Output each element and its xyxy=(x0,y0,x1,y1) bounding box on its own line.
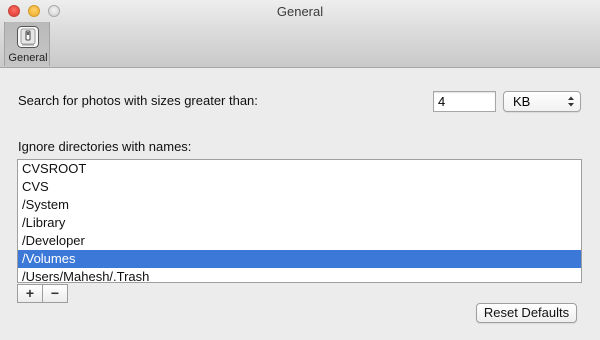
size-unit-value: KB xyxy=(513,94,531,109)
list-item[interactable]: CVS xyxy=(18,178,581,196)
toolbar-item-general-label: General xyxy=(8,52,48,64)
remove-directory-button[interactable]: − xyxy=(42,284,68,303)
general-preferences-icon xyxy=(16,25,40,49)
updown-chevron-icon xyxy=(566,93,576,110)
size-threshold-label: Search for photos with sizes greater tha… xyxy=(18,93,258,108)
list-item[interactable]: /System xyxy=(18,196,581,214)
size-threshold-input[interactable]: 4 xyxy=(433,91,496,112)
list-item[interactable]: /Library xyxy=(18,214,581,232)
preferences-window: General General Search for photos with s… xyxy=(0,0,600,340)
toolbar-item-general[interactable]: General xyxy=(4,22,50,66)
list-item[interactable]: CVSROOT xyxy=(18,160,581,178)
list-item[interactable]: /Developer xyxy=(18,232,581,250)
ignored-directories-list[interactable]: CVSROOT CVS /System /Library /Developer … xyxy=(17,159,582,283)
list-item[interactable]: /Users/Mahesh/.Trash xyxy=(18,268,581,282)
list-item-selected[interactable]: /Volumes xyxy=(18,250,581,268)
titlebar: General General xyxy=(0,0,600,68)
window-title: General xyxy=(276,4,324,19)
reset-defaults-button[interactable]: Reset Defaults xyxy=(476,303,577,323)
add-directory-button[interactable]: + xyxy=(17,284,43,303)
ignore-directories-label: Ignore directories with names: xyxy=(18,139,192,154)
size-unit-select[interactable]: KB xyxy=(503,91,581,112)
